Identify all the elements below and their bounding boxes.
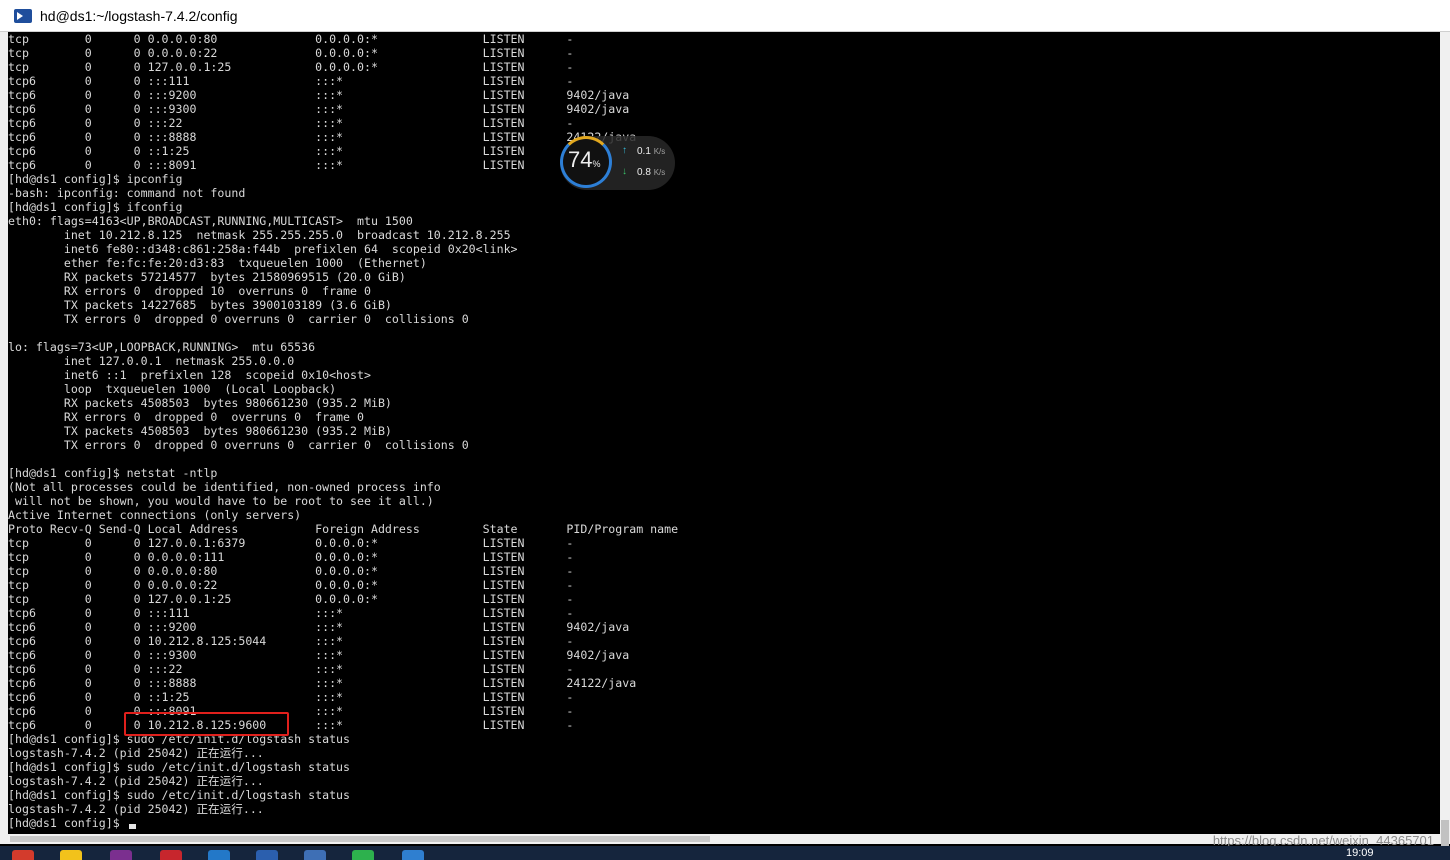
terminal-line: inet6 fe80::d348:c861:258a:f44b prefixle…: [8, 242, 518, 256]
terminal-line: [hd@ds1 config]$ ipconfig: [8, 172, 183, 186]
taskbar-clock: 19:09: [1346, 847, 1374, 859]
terminal-window: hd@ds1:~/logstash-7.4.2/config tcp 0 0 0…: [0, 0, 1450, 848]
terminal-line: Active Internet connections (only server…: [8, 508, 302, 522]
terminal-line: tcp 0 0 127.0.0.1:25 0.0.0.0:* LISTEN -: [8, 60, 574, 74]
terminal-line: logstash-7.4.2 (pid 25042) 正在运行...: [8, 774, 264, 788]
highlight-annotation: [124, 712, 289, 736]
terminal-line: tcp 0 0 0.0.0.0:80 0.0.0.0:* LISTEN -: [8, 32, 574, 46]
terminal-line: tcp6 0 0 10.212.8.125:5044 :::* LISTEN -: [8, 634, 574, 648]
terminal-cursor: [128, 824, 136, 829]
horizontal-scroll-thumb[interactable]: [10, 836, 710, 842]
terminal-line: tcp6 0 0 :::22 :::* LISTEN -: [8, 116, 574, 130]
terminal-line: logstash-7.4.2 (pid 25042) 正在运行...: [8, 802, 264, 816]
vertical-scroll-thumb[interactable]: [1441, 820, 1449, 848]
taskbar: 19:09: [0, 846, 1450, 860]
terminal-line: will not be shown, you would have to be …: [8, 494, 434, 508]
terminal-line: TX errors 0 dropped 0 overruns 0 carrier…: [8, 312, 469, 326]
chrome-icon[interactable]: [12, 850, 34, 860]
terminal-line: -bash: ipconfig: command not found: [8, 186, 246, 200]
terminal-line: TX errors 0 dropped 0 overruns 0 carrier…: [8, 438, 469, 452]
upload-rate: 0.1 K/s: [637, 146, 666, 157]
terminal-line: tcp6 0 0 :::8888 :::* LISTEN 24122/java: [8, 130, 637, 144]
terminal-line: lo: flags=73<UP,LOOPBACK,RUNNING> mtu 65…: [8, 340, 316, 354]
terminal-line: tcp 0 0 0.0.0.0:80 0.0.0.0:* LISTEN -: [8, 564, 574, 578]
terminal-line: RX errors 0 dropped 10 overruns 0 frame …: [8, 284, 371, 298]
upload-arrow-icon: ↑: [622, 145, 627, 156]
terminal-line: inet 127.0.0.1 netmask 255.0.0.0: [8, 354, 295, 368]
terminal-line: tcp6 0 0 :::8091 :::* LISTEN -: [8, 158, 574, 172]
network-speed-widget[interactable]: 74% ↑ 0.1 K/s ↓ 0.8 K/s: [560, 136, 675, 190]
title-bar[interactable]: hd@ds1:~/logstash-7.4.2/config: [0, 0, 1450, 32]
terminal-app-icon: [14, 8, 32, 23]
vertical-scrollbar[interactable]: [1440, 32, 1450, 848]
download-arrow-icon: ↓: [622, 166, 627, 177]
terminal-line: eth0: flags=4163<UP,BROADCAST,RUNNING,MU…: [8, 214, 413, 228]
terminal-line: [hd@ds1 config]$ sudo /etc/init.d/logsta…: [8, 760, 351, 774]
terminal-line: TX packets 14227685 bytes 3900103189 (3.…: [8, 298, 392, 312]
terminal-line: [hd@ds1 config]$ ifconfig: [8, 200, 183, 214]
download-rate: 0.8 K/s: [637, 167, 666, 178]
terminal-line: tcp6 0 0 :::9300 :::* LISTEN 9402/java: [8, 648, 630, 662]
app-icon[interactable]: [256, 850, 278, 860]
terminal-line: tcp6 0 0 ::1:25 :::* LISTEN -: [8, 144, 574, 158]
terminal-line: tcp6 0 0 :::22 :::* LISTEN -: [8, 662, 574, 676]
terminal-line: tcp6 0 0 :::111 :::* LISTEN -: [8, 606, 574, 620]
terminal-line: logstash-7.4.2 (pid 25042) 正在运行...: [8, 746, 264, 760]
wechat-icon[interactable]: [352, 850, 374, 860]
terminal-line: inet6 ::1 prefixlen 128 scopeid 0x10<hos…: [8, 368, 371, 382]
app-icon[interactable]: [110, 850, 132, 860]
terminal-line: tcp6 0 0 :::9300 :::* LISTEN 9402/java: [8, 102, 630, 116]
terminal-line: loop txqueuelen 1000 (Local Loopback): [8, 382, 337, 396]
terminal-line: [hd@ds1 config]$ netstat -ntlp: [8, 466, 218, 480]
terminal-line: ether fe:fc:fe:20:d3:83 txqueuelen 1000 …: [8, 256, 427, 270]
folder-icon[interactable]: [60, 850, 82, 860]
terminal-line: tcp6 0 0 :::8888 :::* LISTEN 24122/java: [8, 676, 637, 690]
terminal-line: [hd@ds1 config]$ sudo /etc/init.d/logsta…: [8, 788, 351, 802]
terminal-prompt-line[interactable]: [hd@ds1 config]$: [8, 816, 1440, 830]
terminal-line: (Not all processes could be identified, …: [8, 480, 441, 494]
app-icon[interactable]: [160, 850, 182, 860]
terminal-line: tcp6 0 0 :::9200 :::* LISTEN 9402/java: [8, 88, 630, 102]
terminal-line: tcp 0 0 0.0.0.0:22 0.0.0.0:* LISTEN -: [8, 46, 574, 60]
left-edge-strip: [0, 32, 8, 844]
terminal-line: RX errors 0 dropped 0 overruns 0 frame 0: [8, 410, 364, 424]
terminal-line: TX packets 4508503 bytes 980661230 (935.…: [8, 424, 392, 438]
terminal-line: tcp6 0 0 :::111 :::* LISTEN -: [8, 74, 574, 88]
terminal-line: tcp6 0 0 ::1:25 :::* LISTEN -: [8, 690, 574, 704]
terminal-line: tcp6 0 0 :::9200 :::* LISTEN 9402/java: [8, 620, 630, 634]
window-title: hd@ds1:~/logstash-7.4.2/config: [40, 7, 238, 24]
gauge-percent: 74%: [568, 147, 601, 172]
terminal-taskbar-icon[interactable]: [304, 850, 326, 860]
terminal-line: RX packets 4508503 bytes 980661230 (935.…: [8, 396, 392, 410]
terminal-line: inet 10.212.8.125 netmask 255.255.255.0 …: [8, 228, 511, 242]
terminal-line: tcp 0 0 127.0.0.1:6379 0.0.0.0:* LISTEN …: [8, 536, 574, 550]
terminal-line: Proto Recv-Q Send-Q Local Address Foreig…: [8, 522, 679, 536]
app-icon[interactable]: [402, 850, 424, 860]
terminal-line: RX packets 57214577 bytes 21580969515 (2…: [8, 270, 406, 284]
terminal-prompt: [hd@ds1 config]$: [8, 816, 127, 830]
terminal-line: tcp 0 0 0.0.0.0:111 0.0.0.0:* LISTEN -: [8, 550, 574, 564]
terminal-line: tcp 0 0 127.0.0.1:25 0.0.0.0:* LISTEN -: [8, 592, 574, 606]
vscode-icon[interactable]: [208, 850, 230, 860]
terminal-line: tcp 0 0 0.0.0.0:22 0.0.0.0:* LISTEN -: [8, 578, 574, 592]
